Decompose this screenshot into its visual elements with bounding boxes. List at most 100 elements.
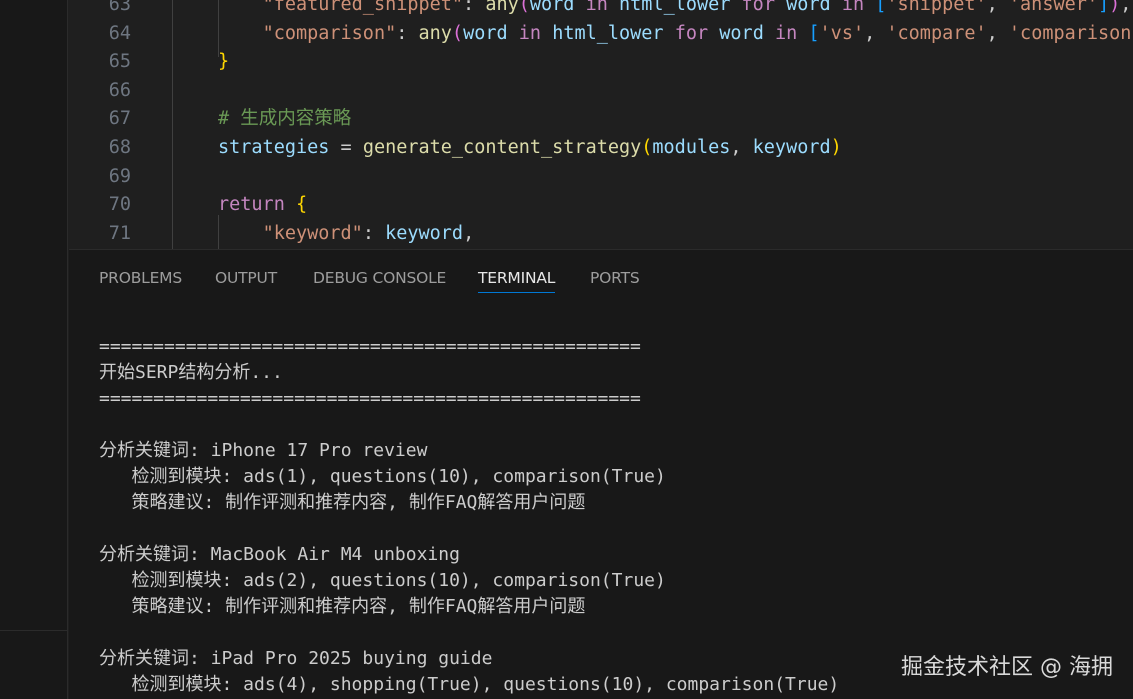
line-number: 65 bbox=[108, 51, 131, 73]
code-token: = bbox=[340, 137, 363, 158]
code-token: : bbox=[463, 0, 486, 15]
terminal-line: 策略建议: 制作评测和推荐内容, 制作FAQ解答用户问题 bbox=[99, 596, 586, 617]
terminal-line: 检测到模块: ads(2), questions(10), comparison… bbox=[99, 570, 666, 591]
code-text: # 生成内容策略 bbox=[218, 105, 351, 134]
code-token: any bbox=[418, 22, 452, 44]
code-text: } bbox=[218, 48, 229, 77]
code-token: { bbox=[295, 194, 308, 216]
code-token: "featured_snippet" bbox=[262, 0, 464, 15]
code-text: "keyword": keyword, bbox=[218, 220, 475, 249]
code-text: return { bbox=[218, 191, 307, 220]
code-token: any bbox=[485, 0, 519, 15]
tab-terminal[interactable]: TERMINAL bbox=[478, 267, 555, 293]
tab-label: TERMINAL bbox=[478, 269, 556, 287]
code-line: 68 strategies = generate_content_strategy… bbox=[69, 134, 1133, 163]
terminal-line: 策略建议: 制作评测和推荐内容, 制作FAQ解答用户问题 bbox=[99, 492, 586, 513]
code-token: keyword bbox=[385, 222, 464, 244]
tab-debug-console[interactable]: DEBUG CONSOLE bbox=[313, 267, 446, 293]
code-line: 63 "featured_snippet": any(word in html_… bbox=[69, 0, 1133, 20]
code-token: in bbox=[774, 22, 809, 44]
code-line: 66 bbox=[69, 77, 1133, 106]
code-token: "keyword" bbox=[262, 222, 363, 244]
code-token: # 生成内容策略 bbox=[218, 108, 352, 130]
code-token: : bbox=[396, 22, 419, 44]
code-token: 'answer' bbox=[1008, 0, 1099, 15]
tab-output[interactable]: OUTPUT bbox=[215, 267, 277, 293]
code-text: "featured_snippet": any(word in html_low… bbox=[218, 0, 1132, 20]
tab-ports[interactable]: PORTS bbox=[590, 267, 640, 293]
code-token: 'comparison' bbox=[1008, 22, 1133, 44]
code-token: word bbox=[529, 0, 586, 15]
code-token: in bbox=[585, 0, 620, 15]
code-token: } bbox=[218, 51, 230, 73]
active-tab-indicator bbox=[478, 292, 556, 293]
code-token: generate_content_strategy bbox=[362, 137, 642, 158]
code-token: word bbox=[463, 22, 519, 44]
line-number: 66 bbox=[108, 79, 131, 101]
line-number: 70 bbox=[108, 194, 131, 216]
sidebar-edge bbox=[0, 0, 68, 699]
code-token: html_lower bbox=[619, 0, 742, 15]
code-token: keyword bbox=[752, 137, 831, 158]
code-token: , bbox=[864, 22, 887, 44]
code-line: 70 return { bbox=[69, 191, 1133, 220]
code-token: word bbox=[719, 22, 775, 44]
code-token: ( bbox=[518, 0, 530, 15]
tab-label: DEBUG CONSOLE bbox=[313, 269, 447, 287]
code-line: 64 "comparison": any(word in html_lower … bbox=[69, 20, 1133, 49]
line-number: 71 bbox=[108, 222, 131, 244]
line-number: 64 bbox=[108, 22, 131, 44]
code-line: 67 # 生成内容策略 bbox=[69, 105, 1133, 134]
code-token: strategies bbox=[218, 137, 341, 158]
code-editor[interactable]: 63 "featured_snippet": any(word in html_… bbox=[69, 0, 1133, 249]
code-token: [ bbox=[808, 22, 820, 44]
terminal-line: 分析关键词: iPhone 17 Pro review bbox=[99, 440, 428, 461]
tab-label: OUTPUT bbox=[215, 269, 277, 287]
code-token: ) bbox=[830, 137, 842, 158]
bottom-panel: PROBLEMS OUTPUT DEBUG CONSOLE TERMINAL PORTS… bbox=[69, 249, 1133, 699]
tab-problems[interactable]: PROBLEMS bbox=[99, 267, 182, 293]
code-token: , bbox=[986, 0, 1009, 15]
code-token: 'vs' bbox=[819, 22, 865, 44]
terminal-line: 开始SERP结构分析... bbox=[99, 362, 283, 383]
code-token: ( bbox=[641, 137, 653, 158]
line-number: 68 bbox=[108, 137, 131, 158]
tab-label: PROBLEMS bbox=[99, 269, 182, 287]
terminal-line: ========================================… bbox=[99, 388, 641, 409]
code-line: 71 "keyword": keyword, bbox=[69, 220, 1133, 249]
code-token: in bbox=[518, 22, 553, 44]
code-token: "comparison" bbox=[262, 22, 397, 44]
code-line: 65} bbox=[69, 48, 1133, 77]
code-token: html_lower bbox=[552, 22, 675, 44]
code-token: for bbox=[741, 0, 787, 15]
vscode-window: 63 "featured_snippet": any(word in html_… bbox=[0, 0, 1133, 699]
code-token: 'compare' bbox=[886, 22, 987, 44]
terminal-line: 检测到模块: ads(1), questions(10), comparison… bbox=[99, 466, 666, 487]
sidebar-divider bbox=[0, 630, 68, 631]
line-number: 67 bbox=[108, 108, 131, 130]
terminal-output[interactable]: ========================================… bbox=[99, 334, 1129, 698]
code-token: , bbox=[730, 137, 753, 158]
code-text: strategies = generate_content_strategy(m… bbox=[218, 134, 842, 163]
line-number: 63 bbox=[108, 0, 131, 15]
terminal-line: ========================================… bbox=[99, 336, 641, 357]
code-line: 69 bbox=[69, 163, 1133, 192]
code-token: 'snippet' bbox=[886, 0, 987, 15]
code-token: ] bbox=[1098, 0, 1110, 15]
code-token: : bbox=[362, 222, 386, 244]
line-number: 69 bbox=[108, 165, 131, 187]
code-token: [ bbox=[875, 0, 887, 15]
code-token: , bbox=[986, 22, 1009, 44]
panel-tabs: PROBLEMS OUTPUT DEBUG CONSOLE TERMINAL PORTS bbox=[69, 250, 1133, 306]
terminal-line: 分析关键词: MacBook Air M4 unboxing bbox=[99, 544, 460, 565]
watermark: 掘金技术社区 @ 海拥 bbox=[901, 655, 1113, 680]
code-token: ) bbox=[1109, 0, 1121, 15]
code-token: modules bbox=[652, 137, 731, 158]
code-token: return bbox=[218, 194, 296, 216]
code-token: in bbox=[841, 0, 876, 15]
